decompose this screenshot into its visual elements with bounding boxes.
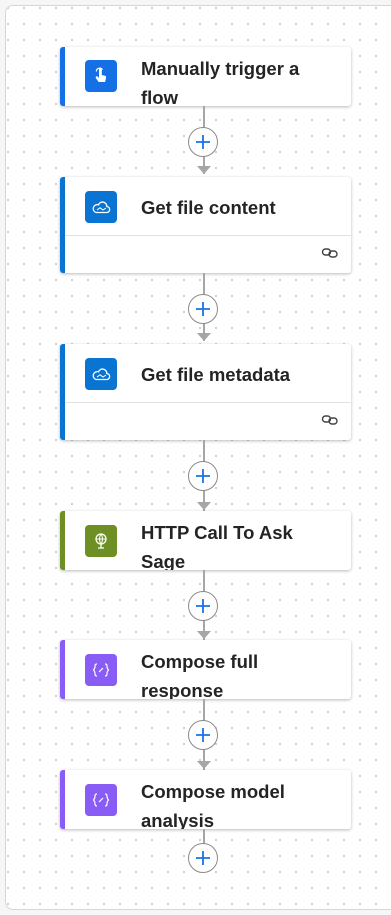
- plus-icon: [196, 851, 210, 865]
- compose-braces-icon: [85, 784, 117, 816]
- plus-icon: [196, 469, 210, 483]
- connector-arrow: [197, 631, 211, 639]
- step-header[interactable]: Manually trigger a flow: [60, 47, 351, 106]
- add-step-button[interactable]: [188, 843, 218, 873]
- plus-icon: [196, 599, 210, 613]
- flow-step-http-call[interactable]: HTTP Call To Ask Sage: [60, 511, 351, 570]
- flow-step-get-file-content[interactable]: Get file content: [60, 177, 351, 273]
- plus-icon: [196, 135, 210, 149]
- add-step-button[interactable]: [188, 591, 218, 621]
- touch-hand-icon: [85, 60, 117, 92]
- step-title: HTTP Call To Ask Sage: [141, 522, 293, 570]
- step-header[interactable]: HTTP Call To Ask Sage: [60, 511, 351, 570]
- connector-arrow: [197, 166, 211, 174]
- add-step-button[interactable]: [188, 461, 218, 491]
- connector-arrow: [197, 761, 211, 769]
- link-icon[interactable]: [321, 413, 339, 432]
- step-header[interactable]: Get file content: [60, 177, 351, 235]
- step-title: Get file content: [141, 197, 276, 218]
- step-title: Get file metadata: [141, 364, 291, 385]
- connector-line: [203, 829, 205, 844]
- http-globe-icon: [85, 525, 117, 557]
- step-header[interactable]: Get file metadata: [60, 344, 351, 402]
- add-step-button[interactable]: [188, 127, 218, 157]
- step-header[interactable]: Compose model analysis: [60, 770, 351, 829]
- add-step-button[interactable]: [188, 720, 218, 750]
- plus-icon: [196, 728, 210, 742]
- link-icon[interactable]: [321, 246, 339, 265]
- flow-canvas: Manually trigger a flow Get file content: [5, 5, 391, 910]
- flow-step-get-file-metadata[interactable]: Get file metadata: [60, 344, 351, 440]
- flow-step-compose-full-response[interactable]: Compose full response: [60, 640, 351, 699]
- connector-arrow: [197, 333, 211, 341]
- flow-step-manually-trigger[interactable]: Manually trigger a flow: [60, 47, 351, 106]
- onedrive-cloud-icon: [85, 191, 117, 223]
- add-step-button[interactable]: [188, 294, 218, 324]
- plus-icon: [196, 302, 210, 316]
- compose-braces-icon: [85, 654, 117, 686]
- step-title: Compose full response: [141, 651, 259, 699]
- step-title: Compose model analysis: [141, 781, 285, 829]
- step-header[interactable]: Compose full response: [60, 640, 351, 699]
- connector-arrow: [197, 502, 211, 510]
- onedrive-cloud-icon: [85, 358, 117, 390]
- flow-step-compose-model-analysis[interactable]: Compose model analysis: [60, 770, 351, 829]
- step-footer: [65, 402, 351, 440]
- step-footer: [65, 235, 351, 273]
- step-title: Manually trigger a flow: [141, 58, 300, 106]
